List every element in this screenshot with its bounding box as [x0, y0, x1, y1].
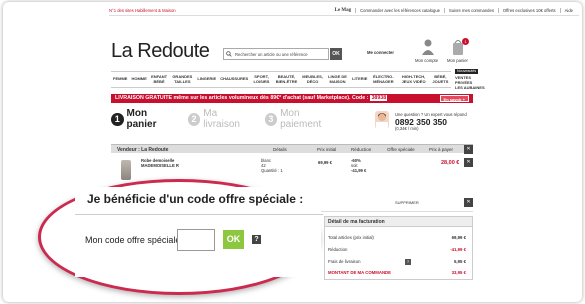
- delete-icon[interactable]: ✕: [464, 198, 473, 207]
- account-status[interactable]: Me connecter: [367, 50, 394, 55]
- pay-price: 28,00 €: [441, 160, 460, 166]
- step-number: 1: [111, 112, 124, 126]
- delete-link[interactable]: SUPPRIMER: [395, 200, 419, 205]
- nav-item-linge[interactable]: LINGE DE MAISON: [325, 74, 350, 84]
- divider: [75, 214, 323, 215]
- billing-value: 5,95 €: [454, 259, 466, 264]
- tagline: N°1 des sites Habillement & Maison: [109, 8, 176, 13]
- top-link-mag[interactable]: Le Mag: [331, 8, 356, 13]
- offer-code-label: Mon code offre spéciale: [85, 235, 181, 245]
- step-number: 3: [264, 112, 278, 126]
- billing-line-total-order: MONTANT DE MA COMMANDE 33,95 €: [328, 270, 468, 275]
- top-link-offers[interactable]: Offres exclusives 10€ offerts: [497, 8, 560, 13]
- step-label: Mon panier: [126, 108, 157, 130]
- checkout-steps: 1 Mon panier 2 Ma livraison 3 Mon paieme…: [111, 108, 351, 130]
- promo-text: LIVRAISON GRATUITE même sur les articles…: [115, 95, 369, 101]
- billing-label: MONTANT DE MA COMMANDE: [328, 270, 392, 275]
- nav-item-grandes-tailles[interactable]: GRANDES TAILLES: [169, 74, 195, 84]
- cart-table-header: Vendeur : La Redoute Détails Prix initia…: [111, 144, 473, 154]
- step-label: Ma livraison: [203, 108, 240, 130]
- nav-item-ventes-privees[interactable]: VENTES PRIVÉES: [455, 75, 481, 85]
- nav-item-sport[interactable]: SPORT, LOISIRS: [250, 74, 273, 84]
- step-cart: 1 Mon panier: [111, 108, 178, 130]
- top-links: Le Mag Commander avec les références cat…: [331, 8, 577, 13]
- product-name[interactable]: Robe demoiselle MADEMOISELLE R: [141, 158, 191, 168]
- search-button[interactable]: OK: [330, 48, 342, 60]
- help-price: (0,34€ / min): [395, 126, 419, 131]
- nav-item-beaute[interactable]: BEAUTÉ, BIEN-ÊTRE: [273, 74, 301, 84]
- offer-help-icon[interactable]: ?: [252, 235, 261, 244]
- header-details: Détails: [273, 147, 287, 152]
- billing-line-shipping: Frais de livraison 5,95 €: [328, 259, 468, 264]
- browser-frame: N°1 des sites Habillement & Maison Le Ma…: [3, 2, 582, 302]
- billing-value: -41,99 €: [450, 247, 466, 252]
- step-number: 2: [187, 112, 201, 126]
- billing-label: Frais de livraison: [328, 259, 361, 264]
- product-image[interactable]: [121, 160, 131, 180]
- close-icon[interactable]: ✕: [464, 145, 473, 154]
- top-link-orders[interactable]: Suivre mes commandes: [444, 8, 498, 13]
- top-bar: N°1 des sites Habillement & Maison Le Ma…: [109, 8, 579, 16]
- nav-item-electromenager[interactable]: ÉLECTRO-MÉNAGER: [369, 74, 397, 84]
- billing-value: 69,99 €: [451, 235, 466, 240]
- help-block: Une question ? Un expert vous répond 089…: [375, 111, 473, 133]
- offer-title: Je bénéficie d'un code offre spéciale :: [87, 192, 304, 206]
- promo-banner: LIVRAISON GRATUITE même sur les articles…: [111, 94, 473, 103]
- header-reduction: Réduction: [351, 147, 372, 152]
- nav-item-chaussures[interactable]: CHAUSSURES: [218, 77, 250, 82]
- billing-title: Détail de ma facturation: [325, 217, 472, 227]
- billing-line-reduction: Réduction -41,99 €: [328, 247, 468, 252]
- nav-item-meubles[interactable]: MEUBLES, DÉCO: [300, 74, 325, 84]
- vendor-label: Vendeur : La Redoute: [117, 147, 169, 153]
- reduction-amount: -41,99 €: [351, 168, 367, 173]
- nav-item-high-tech[interactable]: HIGH-TECH, JEUX VIDÉO: [397, 74, 429, 84]
- remove-item-icon[interactable]: ✕: [464, 158, 473, 167]
- billing-label: Total articles (prix initial): [328, 235, 374, 240]
- billing-label: Réduction: [328, 247, 348, 252]
- billing-panel: Détail de ma facturation Total articles …: [324, 216, 473, 280]
- detail-quantity: Quantité : 1: [261, 168, 283, 173]
- header-pay-price: Prix à payer: [429, 147, 454, 152]
- search-icon: [226, 51, 232, 57]
- basket-count-badge: 1: [462, 38, 469, 45]
- logo[interactable]: La Redoute: [111, 40, 210, 63]
- top-link-help[interactable]: Aide: [559, 8, 577, 13]
- header-initial-price: Prix initial: [317, 147, 337, 152]
- step-delivery: 2 Ma livraison: [187, 108, 255, 130]
- nav-item-femme[interactable]: FEMME: [111, 77, 129, 82]
- main-nav: FEMME HOMME ENFANT BÉBÉ GRANDES TAILLES …: [111, 71, 451, 88]
- step-label: Mon paiement: [280, 108, 322, 130]
- basket-label[interactable]: Mon panier: [447, 58, 468, 63]
- search-placeholder: Rechercher un article ou une référence: [235, 52, 308, 57]
- offer-code-input[interactable]: [177, 229, 215, 251]
- nav-new-badge: Nouveautés: [455, 69, 479, 74]
- shipping-help-icon[interactable]: ?: [405, 259, 411, 265]
- billing-line-total: Total articles (prix initial) 69,99 €: [328, 235, 468, 240]
- nav-item-literie[interactable]: LITERIE: [350, 77, 369, 82]
- user-icon[interactable]: [421, 38, 435, 56]
- nav-item-homme[interactable]: HOMME: [129, 77, 148, 82]
- account-icons: Mon compte 1 Mon panier: [415, 38, 475, 64]
- header-special-offer: Offre spéciale: [387, 147, 415, 152]
- reduction: -60% soit -41,99 €: [351, 158, 366, 173]
- account-label[interactable]: Mon compte: [415, 58, 438, 63]
- nav-item-jouets[interactable]: BÉBÉ, JOUETS: [430, 74, 451, 84]
- step-payment: 3 Mon paiement: [264, 108, 341, 130]
- nav-item-enfant[interactable]: ENFANT BÉBÉ: [149, 74, 170, 84]
- search-input[interactable]: Rechercher un article ou une référence: [223, 48, 329, 60]
- initial-price: 69,99 €: [318, 160, 332, 165]
- nav-item-lingerie[interactable]: LINGERIE: [195, 77, 218, 82]
- advisor-avatar: [375, 111, 389, 129]
- promo-code: 38938: [370, 95, 388, 101]
- nav-item-aubaines[interactable]: LES AUBAINES: [455, 85, 485, 90]
- product-info: Robe demoiselle MADEMOISELLE R: [141, 158, 191, 168]
- offer-ok-button[interactable]: OK: [223, 230, 244, 249]
- promo-more-link[interactable]: En savoir +: [439, 95, 469, 102]
- top-link-catalogue[interactable]: Commander avec les références catalogue: [355, 8, 444, 13]
- billing-value: 33,95 €: [451, 270, 466, 275]
- product-details: blanc 42 Quantité : 1: [261, 158, 283, 173]
